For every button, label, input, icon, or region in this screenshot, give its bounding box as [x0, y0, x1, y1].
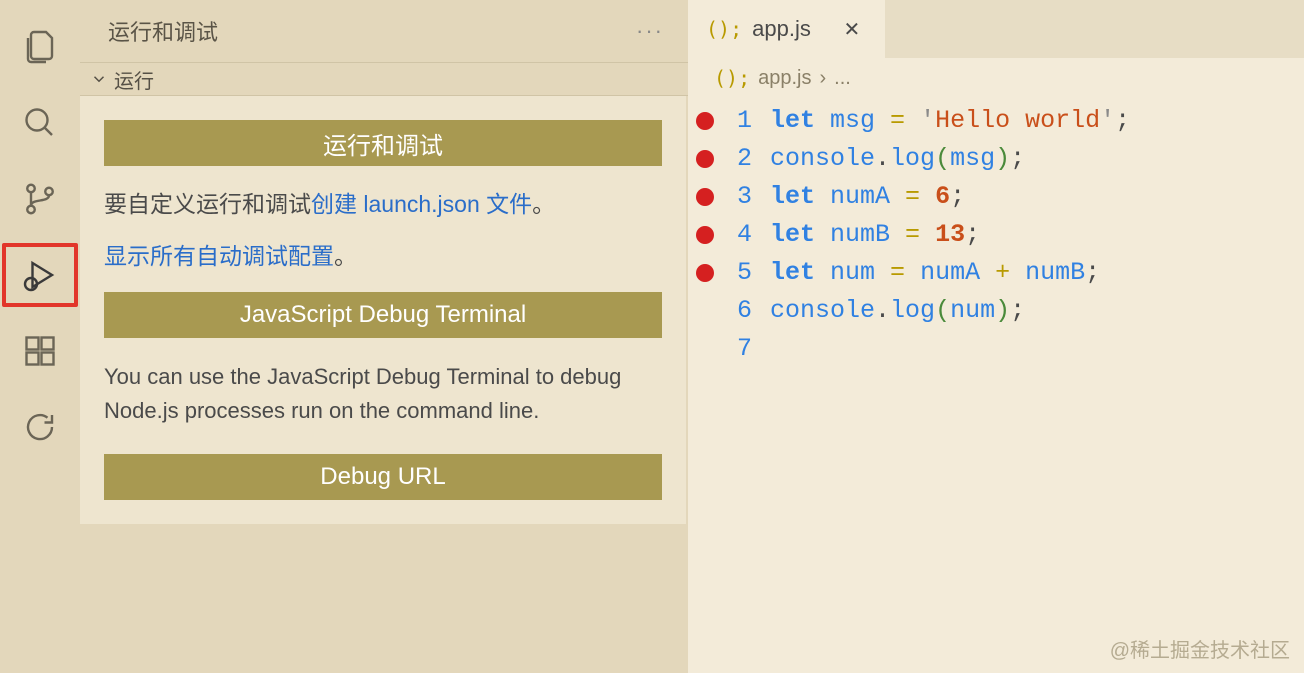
run-and-debug-button[interactable]: 运行和调试	[104, 120, 662, 166]
run-debug-icon	[22, 257, 58, 293]
activity-source-control[interactable]	[2, 167, 78, 231]
breakpoint-dot[interactable]	[696, 188, 714, 206]
code-editor[interactable]: 1234567 let msg = 'Hello world';console.…	[688, 98, 1304, 368]
js-file-icon: ();	[706, 17, 742, 41]
code-line[interactable]	[770, 330, 1304, 368]
files-icon	[22, 29, 58, 65]
tab-label: app.js	[752, 16, 811, 42]
git-branch-icon	[22, 181, 58, 217]
js-terminal-description: You can use the JavaScript Debug Termina…	[104, 360, 662, 428]
search-icon	[22, 105, 58, 141]
activity-timeline[interactable]	[2, 395, 78, 459]
tab-app-js[interactable]: (); app.js ✕	[688, 0, 885, 58]
code-line[interactable]: let num = numA + numB;	[770, 254, 1304, 292]
editor-area: (); app.js ✕ (); app.js › ... 1234567 le…	[688, 0, 1304, 673]
run-sidebar: 运行和调试 ··· 运行 运行和调试 要自定义运行和调试创建 launch.js…	[80, 0, 688, 673]
code-line[interactable]: let numB = 13;	[770, 216, 1304, 254]
line-number-gutter: 1234567	[722, 102, 770, 368]
breadcrumb-more: ...	[834, 67, 851, 90]
line-number: 6	[722, 292, 752, 330]
code-line[interactable]: console.log(num);	[770, 292, 1304, 330]
js-file-icon: ();	[714, 66, 750, 90]
line-number: 3	[722, 178, 752, 216]
chevron-right-icon: ›	[820, 67, 827, 90]
chevron-down-icon	[90, 70, 108, 88]
sidebar-more-icon[interactable]: ···	[636, 18, 664, 44]
js-debug-terminal-button[interactable]: JavaScript Debug Terminal	[104, 292, 662, 338]
show-auto-config-row: 显示所有自动调试配置。	[104, 240, 662, 272]
line-number: 2	[722, 140, 752, 178]
activity-files[interactable]	[2, 15, 78, 79]
tab-bar: (); app.js ✕	[688, 0, 1304, 58]
line-number: 7	[722, 330, 752, 368]
create-launch-link[interactable]: 创建 launch.json 文件	[311, 191, 532, 217]
line-number: 4	[722, 216, 752, 254]
breadcrumb-file: app.js	[758, 67, 811, 90]
code-line[interactable]: let numA = 6;	[770, 178, 1304, 216]
breakpoint-dot[interactable]	[696, 264, 714, 282]
extensions-icon	[22, 333, 58, 369]
breakpoint-dot[interactable]	[696, 226, 714, 244]
close-icon[interactable]: ✕	[843, 20, 861, 38]
refresh-icon	[22, 409, 58, 445]
line-number: 1	[722, 102, 752, 140]
code-line[interactable]: console.log(msg);	[770, 140, 1304, 178]
activity-search[interactable]	[2, 91, 78, 155]
code-content[interactable]: let msg = 'Hello world';console.log(msg)…	[770, 102, 1304, 368]
customize-text: 要自定义运行和调试创建 launch.json 文件。	[104, 188, 662, 220]
activity-extensions[interactable]	[2, 319, 78, 383]
sidebar-header: 运行和调试 ···	[80, 0, 688, 62]
breakpoint-dot[interactable]	[696, 150, 714, 168]
activity-run-debug[interactable]	[2, 243, 78, 307]
show-auto-config-link[interactable]: 显示所有自动调试配置	[104, 243, 334, 269]
sidebar-title: 运行和调试	[108, 15, 218, 47]
breakpoint-dot[interactable]	[696, 112, 714, 130]
run-panel: 运行和调试 要自定义运行和调试创建 launch.json 文件。 显示所有自动…	[80, 96, 686, 524]
section-label: 运行	[114, 65, 154, 94]
section-header-run[interactable]: 运行	[80, 62, 688, 96]
activity-bar	[0, 0, 80, 673]
debug-url-button[interactable]: Debug URL	[104, 454, 662, 500]
breakpoint-gutter[interactable]	[688, 102, 722, 368]
breadcrumb[interactable]: (); app.js › ...	[688, 58, 1304, 98]
line-number: 5	[722, 254, 752, 292]
watermark: @稀土掘金技术社区	[1110, 634, 1290, 663]
code-line[interactable]: let msg = 'Hello world';	[770, 102, 1304, 140]
